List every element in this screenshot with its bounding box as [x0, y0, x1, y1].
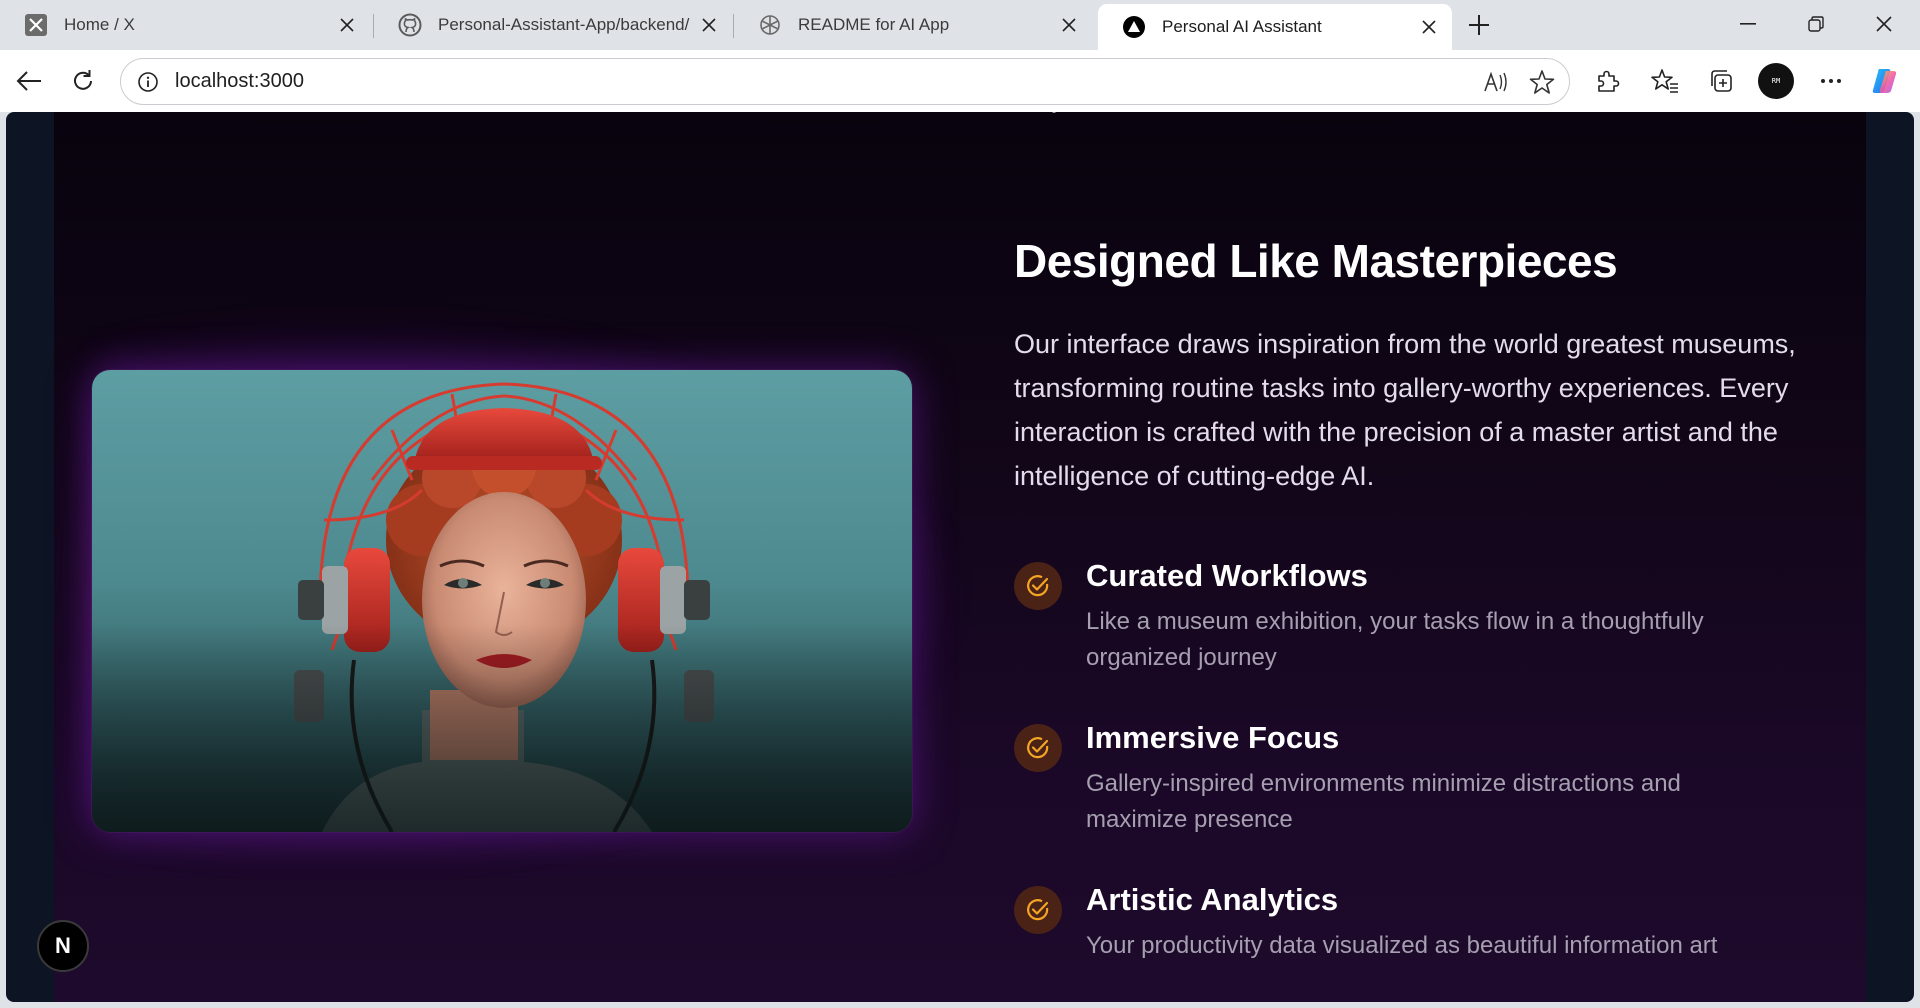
back-button[interactable]: [10, 62, 48, 100]
favorites-icon[interactable]: [1646, 62, 1684, 100]
close-icon[interactable]: [332, 10, 362, 40]
restore-button[interactable]: [1782, 4, 1850, 44]
tab-readme[interactable]: README for AI App: [734, 6, 1092, 44]
minimize-button[interactable]: [1714, 4, 1782, 44]
section-intro: Our interface draws inspiration from the…: [1014, 329, 1796, 491]
feature-title: Immersive Focus: [1086, 720, 1340, 755]
site-info-icon[interactable]: [135, 69, 161, 95]
read-aloud-icon[interactable]: [1477, 63, 1515, 101]
close-icon[interactable]: [1054, 10, 1084, 40]
clipped-text-fragment: [1051, 112, 1057, 113]
tab-github[interactable]: Personal-Assistant-App/backend/: [374, 6, 732, 44]
feature-description: Like a museum exhibition, your tasks flo…: [1086, 608, 1704, 671]
profile-initials: RM: [1771, 76, 1781, 85]
section-heading: Designed Like Masterpieces: [1014, 235, 1618, 287]
tab-home-x[interactable]: Home / X: [0, 6, 370, 44]
extensions-icon[interactable]: [1588, 62, 1626, 100]
copilot-icon[interactable]: [1866, 62, 1904, 100]
check-circle-icon: [1014, 724, 1062, 772]
tab-title: Personal-Assistant-App/backend/: [438, 15, 690, 34]
tab-title: README for AI App: [798, 15, 950, 34]
reload-button[interactable]: [64, 62, 102, 100]
tab-strip: Home / X Personal-Assistant-App/backend/…: [0, 0, 1920, 50]
feature-title: Curated Workflows: [1086, 558, 1368, 593]
hero-image-card: [92, 370, 912, 832]
more-menu-icon[interactable]: [1812, 62, 1850, 100]
triangle-logo-icon: [1122, 15, 1146, 39]
feature-description: Your productivity data visualized as bea…: [1086, 932, 1718, 959]
portrait-illustration: [92, 370, 912, 832]
feature-description: Gallery-inspired environments minimize d…: [1086, 770, 1681, 833]
feature-title: Artistic Analytics: [1086, 882, 1339, 917]
close-icon[interactable]: [1414, 12, 1444, 42]
openai-icon: [758, 13, 782, 37]
tab-title: Personal AI Assistant: [1162, 17, 1322, 36]
check-circle-icon: [1014, 562, 1062, 610]
tab-title: Home / X: [64, 15, 135, 34]
x-logo-icon: [24, 13, 48, 37]
favorite-star-icon[interactable]: [1523, 63, 1561, 101]
url-text[interactable]: localhost:3000: [175, 70, 1477, 93]
collections-icon[interactable]: [1702, 62, 1740, 100]
address-bar[interactable]: localhost:3000: [120, 58, 1570, 105]
profile-avatar[interactable]: RM: [1758, 63, 1794, 99]
page-viewport: Designed Like Masterpieces Our interface…: [6, 112, 1914, 1002]
tab-personal-ai-assistant[interactable]: Personal AI Assistant: [1098, 4, 1452, 50]
check-circle-icon: [1014, 886, 1062, 934]
browser-toolbar: localhost:3000 RM: [0, 50, 1920, 112]
nextjs-dev-indicator-button[interactable]: N: [37, 920, 89, 972]
close-window-button[interactable]: [1850, 4, 1918, 44]
github-icon: [398, 13, 422, 37]
close-icon[interactable]: [694, 10, 724, 40]
features-section: Designed Like Masterpieces Our interface…: [54, 112, 1866, 1002]
new-tab-button[interactable]: [1462, 8, 1496, 42]
